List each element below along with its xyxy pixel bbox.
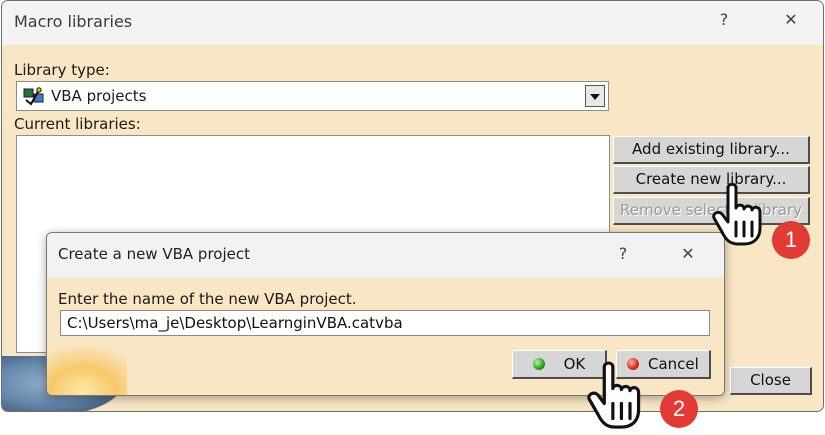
step-2-badge: 2: [660, 390, 698, 428]
current-libraries-label: Current libraries:: [14, 115, 141, 133]
step-1-badge: 1: [772, 221, 810, 259]
add-existing-library-button[interactable]: Add existing library...: [613, 136, 810, 164]
sub-close-window-button[interactable]: ✕: [674, 244, 702, 263]
ok-label: OK: [563, 355, 586, 373]
sub-dialog-title: Create a new VBA project: [58, 245, 250, 263]
project-name-prompt: Enter the name of the new VBA project.: [58, 290, 357, 308]
library-type-value: VBA projects: [51, 87, 147, 105]
help-button[interactable]: ?: [710, 10, 738, 29]
pointing-hand-icon: [587, 361, 641, 429]
title-bar: Macro libraries ? ✕: [2, 1, 823, 45]
close-window-button[interactable]: ✕: [777, 10, 805, 29]
sub-title-bar: Create a new VBA project ? ✕: [47, 233, 724, 277]
dialog-title: Macro libraries: [14, 12, 133, 31]
sub-help-button[interactable]: ?: [609, 244, 637, 263]
chevron-down-icon[interactable]: [585, 85, 605, 107]
library-type-select[interactable]: VBA projects: [16, 81, 609, 111]
pointing-hand-icon: [712, 182, 762, 246]
vba-projects-icon: [23, 87, 44, 106]
library-type-label: Library type:: [14, 61, 110, 79]
decorative-background: [47, 343, 127, 395]
project-name-input[interactable]: [60, 310, 710, 336]
close-button[interactable]: Close: [730, 367, 812, 395]
green-dot-icon: [532, 358, 545, 370]
